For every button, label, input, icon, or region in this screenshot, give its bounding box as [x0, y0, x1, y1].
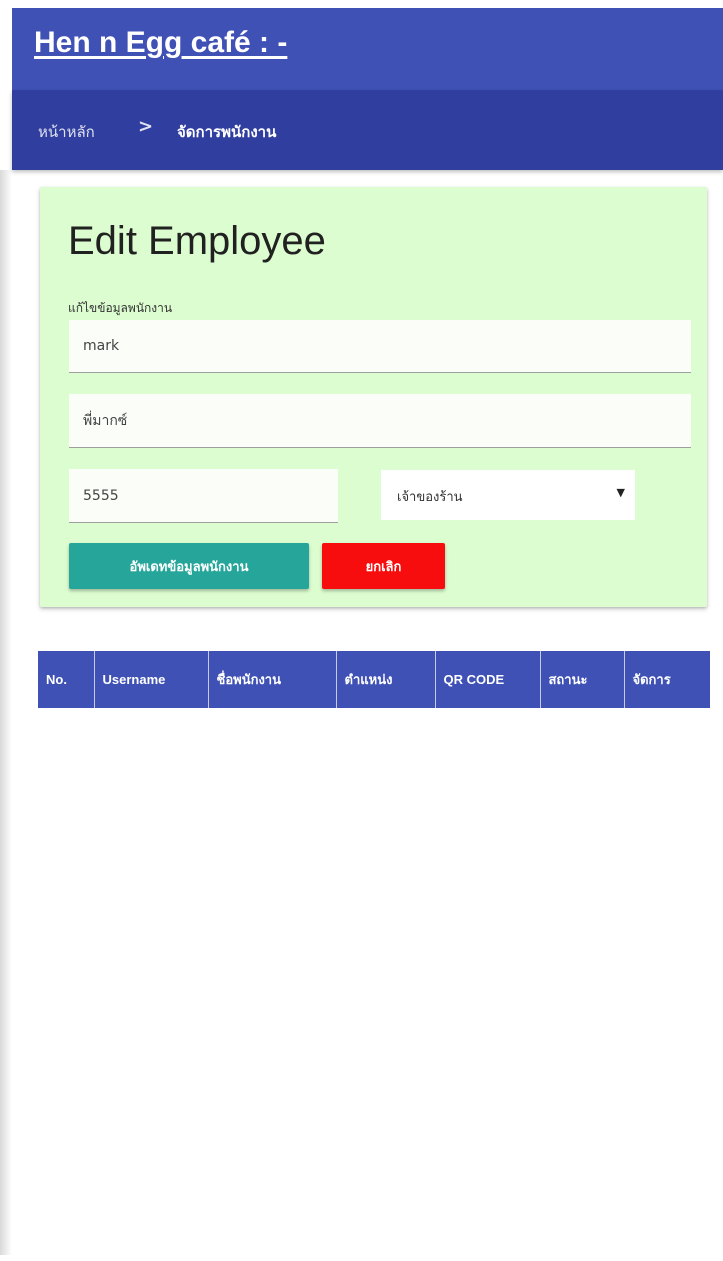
form-section-label: แก้ไขข้อมูลพนักงาน [68, 301, 173, 315]
position-select[interactable]: เจ้าของร้าน ▼ [381, 470, 635, 520]
column-header-employee-name: ชื่อพนักงาน [208, 651, 337, 708]
position-select-value: เจ้าของร้าน [397, 490, 463, 505]
app-title-link[interactable]: Hen n Egg café : - [34, 26, 287, 60]
column-header-status: สถานะ [540, 651, 625, 708]
column-header-qr-code: QR CODE [435, 651, 541, 708]
app-header: Hen n Egg café : - [12, 8, 723, 90]
chevron-right-icon: > [138, 116, 154, 137]
edit-employee-card: Edit Employee แก้ไขข้อมูลพนักงาน เจ้าของ… [40, 187, 707, 607]
breadcrumb-current: จัดการพนักงาน [177, 123, 277, 141]
column-header-position: ตำแหน่ง [336, 651, 436, 708]
employee-table: No. Username ชื่อพนักงาน ตำแหน่ง QR CODE… [38, 651, 710, 708]
breadcrumb: หน้าหลัก > จัดการพนักงาน [12, 90, 723, 170]
employee-name-input[interactable] [69, 394, 691, 448]
column-header-username: Username [94, 651, 209, 708]
left-edge-shadow [0, 170, 12, 1255]
update-employee-button[interactable]: อัพเดทข้อมูลพนักงาน [69, 543, 309, 589]
password-input[interactable] [69, 469, 338, 523]
cancel-button[interactable]: ยกเลิก [322, 543, 445, 589]
table-header-row: No. Username ชื่อพนักงาน ตำแหน่ง QR CODE… [38, 651, 710, 708]
page-title: Edit Employee [68, 219, 326, 263]
page: Hen n Egg café : - หน้าหลัก > จัดการพนัก… [0, 0, 723, 1261]
top-strip [0, 0, 723, 8]
column-header-no: No. [38, 651, 95, 708]
username-input[interactable] [69, 320, 691, 373]
breadcrumb-home-link[interactable]: หน้าหลัก [38, 120, 95, 144]
column-header-manage: จัดการ [624, 651, 710, 708]
dropdown-arrow-icon: ▼ [616, 486, 625, 499]
